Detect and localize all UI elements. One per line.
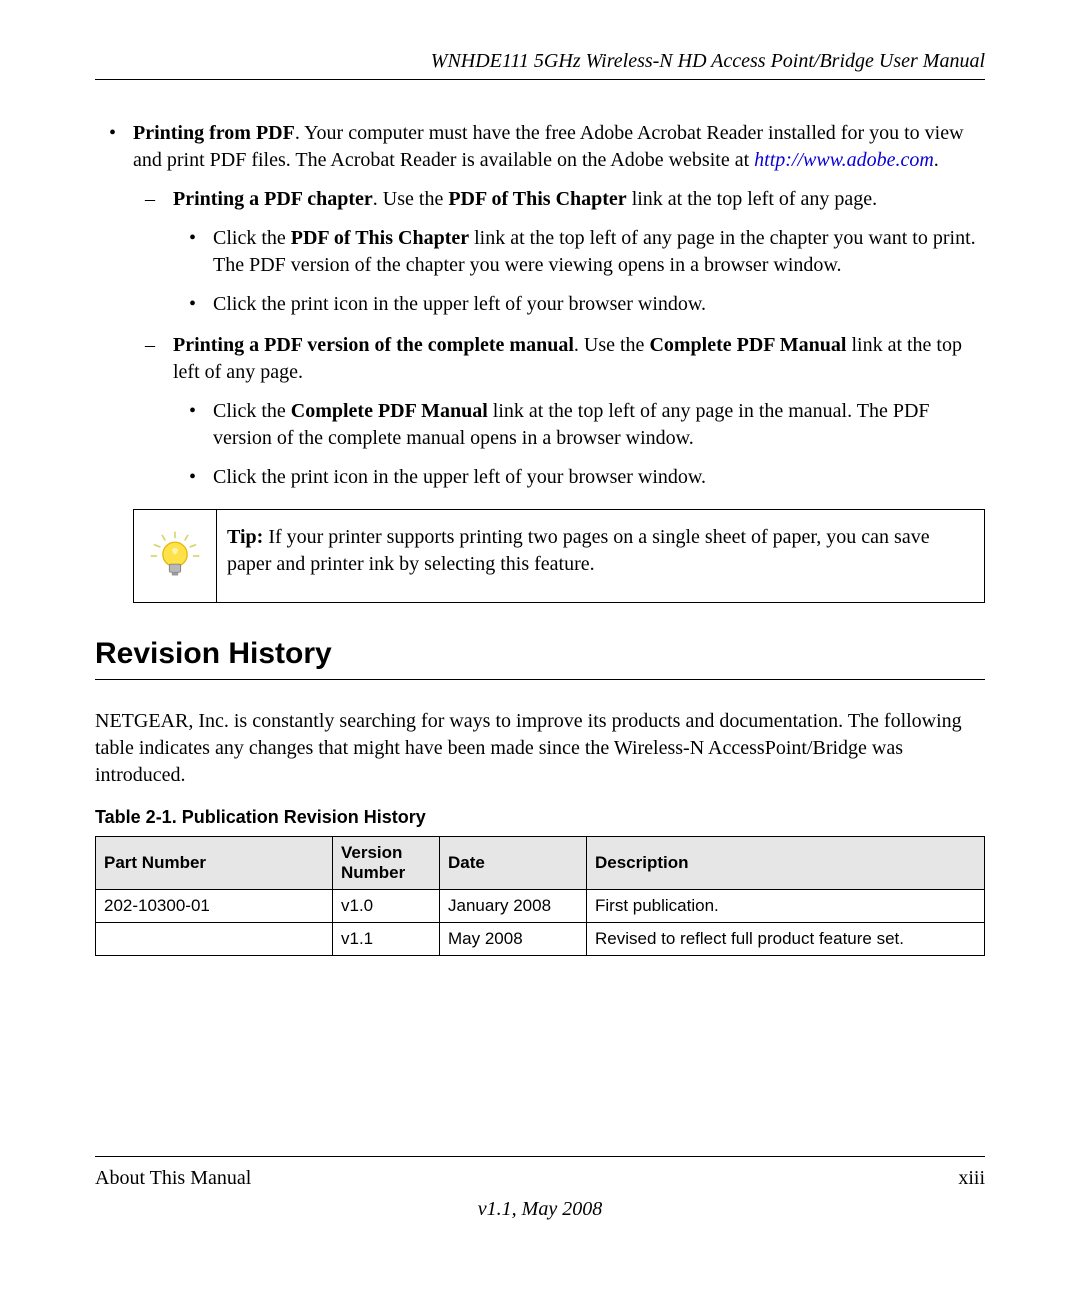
- sub-lead-bold: Printing a PDF version of the complete m…: [173, 334, 574, 356]
- step-click-pdf-chapter-link: Click the PDF of This Chapter link at th…: [213, 225, 985, 279]
- sub-lead-bold2: Complete PDF Manual: [649, 334, 846, 356]
- step-click-print-2: Click the print icon in the upper left o…: [213, 464, 985, 491]
- sub-lead-text: . Use the: [373, 188, 449, 210]
- cell-part: 202-10300-01: [96, 890, 333, 923]
- step-click-complete-pdf-link: Click the Complete PDF Manual link at th…: [213, 398, 985, 452]
- col-header-desc: Description: [587, 837, 985, 890]
- cell-date: January 2008: [440, 890, 587, 923]
- sub-lead-text2: link at the top left of any page.: [627, 188, 877, 210]
- footer-right: xiii: [958, 1167, 985, 1190]
- step-click-print-1: Click the print icon in the upper left o…: [213, 291, 985, 318]
- table-header-row: Part Number Version Number Date Descript…: [96, 837, 985, 890]
- step-text-pre: Click the: [213, 400, 291, 422]
- step-text-bold: PDF of This Chapter: [291, 227, 469, 249]
- sub-sub-bullets: Click the Complete PDF Manual link at th…: [173, 398, 985, 491]
- col-header-part: Part Number: [96, 837, 333, 890]
- tip-label: Tip:: [227, 526, 263, 548]
- cell-date: May 2008: [440, 923, 587, 956]
- col-header-version: Version Number: [333, 837, 440, 890]
- top-level-bullets: Printing from PDF. Your computer must ha…: [95, 120, 985, 491]
- footer-version: v1.1, May 2008: [95, 1198, 985, 1221]
- sub-bullet-pdf-complete: Printing a PDF version of the complete m…: [173, 332, 985, 491]
- footer-left: About This Manual: [95, 1167, 251, 1190]
- cell-desc: Revised to reflect full product feature …: [587, 923, 985, 956]
- sub-sub-bullets: Click the PDF of This Chapter link at th…: [173, 225, 985, 318]
- lightbulb-icon: [149, 530, 201, 582]
- revision-history-table: Part Number Version Number Date Descript…: [95, 836, 985, 956]
- sub-lead-bold: Printing a PDF chapter: [173, 188, 373, 210]
- tip-icon-cell: [134, 510, 217, 602]
- bullet-printing-from-pdf: Printing from PDF. Your computer must ha…: [133, 120, 985, 491]
- step-text-pre: Click the: [213, 227, 291, 249]
- cell-part: [96, 923, 333, 956]
- running-header: WNHDE111 5GHz Wireless-N HD Access Point…: [95, 50, 985, 80]
- tip-body: If your printer supports printing two pa…: [227, 526, 930, 575]
- period: .: [934, 149, 939, 171]
- tip-box: Tip: If your printer supports printing t…: [133, 509, 985, 603]
- revision-intro: NETGEAR, Inc. is constantly searching fo…: [95, 708, 985, 789]
- adobe-link[interactable]: http://www.adobe.com: [754, 149, 934, 171]
- step-text-bold: Complete PDF Manual: [291, 400, 488, 422]
- sub-lead-text: . Use the: [574, 334, 650, 356]
- document-page: WNHDE111 5GHz Wireless-N HD Access Point…: [0, 0, 1080, 1296]
- tip-text: Tip: If your printer supports printing t…: [217, 510, 984, 602]
- col-header-date: Date: [440, 837, 587, 890]
- page-footer: About This Manual xiii: [95, 1156, 985, 1190]
- bullet-lead-bold: Printing from PDF: [133, 122, 295, 144]
- cell-version: v1.0: [333, 890, 440, 923]
- table-row: 202-10300-01 v1.0 January 2008 First pub…: [96, 890, 985, 923]
- table-caption: Table 2-1. Publication Revision History: [95, 807, 985, 828]
- cell-desc: First publication.: [587, 890, 985, 923]
- section-heading-revision-history: Revision History: [95, 637, 985, 680]
- table-row: v1.1 May 2008 Revised to reflect full pr…: [96, 923, 985, 956]
- sub-bullet-pdf-chapter: Printing a PDF chapter. Use the PDF of T…: [173, 186, 985, 318]
- sub-lead-bold2: PDF of This Chapter: [448, 188, 626, 210]
- sub-bullets: Printing a PDF chapter. Use the PDF of T…: [133, 186, 985, 491]
- cell-version: v1.1: [333, 923, 440, 956]
